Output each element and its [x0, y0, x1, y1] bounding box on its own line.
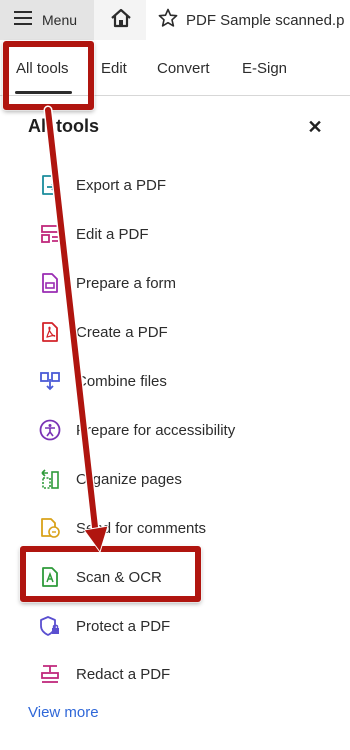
document-tab[interactable]: PDF Sample scanned.p [146, 0, 350, 40]
highlight-scan-ocr [20, 546, 201, 602]
menu-label: Menu [42, 12, 78, 28]
home-icon [110, 8, 132, 33]
tool-create-pdf[interactable]: Create a PDF [38, 315, 168, 349]
top-bar: Menu PDF Sample scanned.p [0, 0, 350, 40]
tool-prepare-form[interactable]: Prepare a form [38, 266, 176, 300]
protect-pdf-icon [38, 614, 62, 638]
tool-export-pdf[interactable]: Export a PDF [38, 168, 166, 202]
tool-label: Export a PDF [76, 176, 167, 194]
close-icon: ✕ [307, 116, 323, 137]
tab-edit[interactable]: Edit [101, 60, 127, 77]
tool-redact-pdf[interactable]: Redact a PDF [38, 657, 170, 691]
view-more-link[interactable]: View more [28, 704, 99, 721]
tool-label: Redact a PDF [76, 665, 171, 683]
highlight-all-tools-tab [3, 41, 94, 110]
tool-protect-pdf[interactable]: Protect a PDF [38, 609, 170, 643]
combine-files-icon [38, 369, 62, 393]
tool-label: Organize pages [76, 470, 182, 488]
tool-label: Combine files [76, 372, 167, 390]
close-panel-button[interactable]: ✕ [306, 116, 324, 137]
home-button[interactable] [104, 4, 138, 36]
edit-pdf-icon [38, 222, 62, 246]
tool-send-comments[interactable]: Send for comments [38, 511, 206, 545]
tool-accessibility[interactable]: Prepare for accessibility [38, 413, 235, 447]
tool-combine-files[interactable]: Combine files [38, 364, 167, 398]
tool-organize-pages[interactable]: Organize pages [38, 462, 182, 496]
tool-label: Edit a PDF [76, 225, 149, 243]
tool-label: Prepare a form [76, 274, 177, 292]
export-pdf-icon [38, 173, 62, 197]
organize-pages-icon [38, 467, 62, 491]
create-pdf-icon [38, 320, 62, 344]
tool-label: Prepare for accessibility [76, 421, 236, 439]
tool-label: Create a PDF [76, 323, 168, 341]
document-title: PDF Sample scanned.p [186, 11, 345, 29]
tool-label: Send for comments [76, 519, 207, 537]
panel-title: All tools [28, 116, 99, 136]
prepare-form-icon [38, 271, 62, 295]
send-comments-icon [38, 516, 62, 540]
hamburger-icon [14, 10, 32, 30]
redact-pdf-icon [38, 662, 62, 686]
tab-e-sign[interactable]: E-Sign [242, 60, 287, 77]
tool-edit-pdf[interactable]: Edit a PDF [38, 217, 149, 251]
menu-button[interactable]: Menu [0, 0, 94, 40]
accessibility-icon [38, 418, 62, 442]
tool-label: Protect a PDF [76, 617, 171, 635]
star-icon[interactable] [158, 8, 178, 33]
tab-convert[interactable]: Convert [157, 60, 210, 77]
